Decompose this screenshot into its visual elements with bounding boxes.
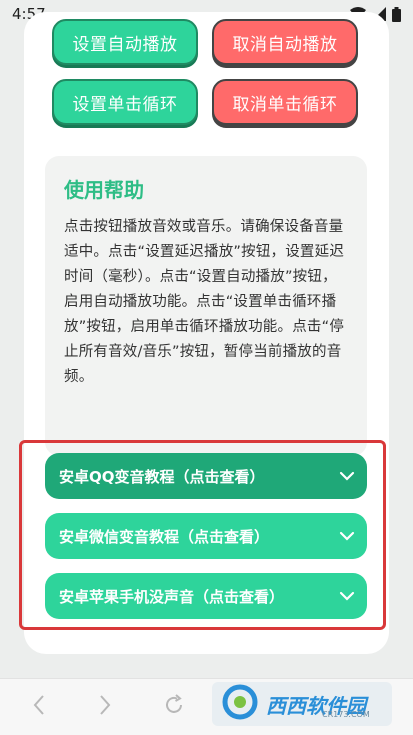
help-body: 点击按钮播放音效或音乐。请确保设备音量适中。点击“设置延迟播放”按钮，设置延迟时… [64,219,345,385]
tutorial-iphone-label: 安卓苹果手机没声音（点击查看） [59,587,285,606]
back-icon[interactable] [30,693,48,717]
tutorial-wechat[interactable]: 安卓微信变音教程（点击查看） [45,513,367,559]
tutorial-qq[interactable]: 安卓QQ变音教程（点击查看） [45,453,367,499]
tutorial-iphone[interactable]: 安卓苹果手机没声音（点击查看） [45,573,367,619]
refresh-icon[interactable] [162,693,186,717]
tutorial-qq-label: 安卓QQ变音教程（点击查看） [59,467,265,486]
logo-site: CR173.COM [322,710,370,719]
logo-mark-icon [220,684,260,724]
chevron-down-icon [339,471,355,481]
help-panel: 使用帮助 点击按钮播放音效或音乐。请确保设备音量适中。点击“设置延迟播放”按钮，… [45,156,367,456]
forward-icon[interactable] [96,693,114,717]
chevron-down-icon [339,591,355,601]
set-single-loop-button[interactable]: 设置单击循环 [52,79,198,125]
cancel-single-loop-button[interactable]: 取消单击循环 [212,79,358,125]
tutorial-wechat-label: 安卓微信变音教程（点击查看） [59,527,270,546]
watermark-logo: 西西软件园 CR173.COM [212,682,392,726]
cancel-autoplay-button[interactable]: 取消自动播放 [212,19,358,65]
chevron-down-icon [339,531,355,541]
help-title: 使用帮助 [64,178,144,202]
battery-icon [392,6,401,22]
set-autoplay-button[interactable]: 设置自动播放 [52,19,198,65]
